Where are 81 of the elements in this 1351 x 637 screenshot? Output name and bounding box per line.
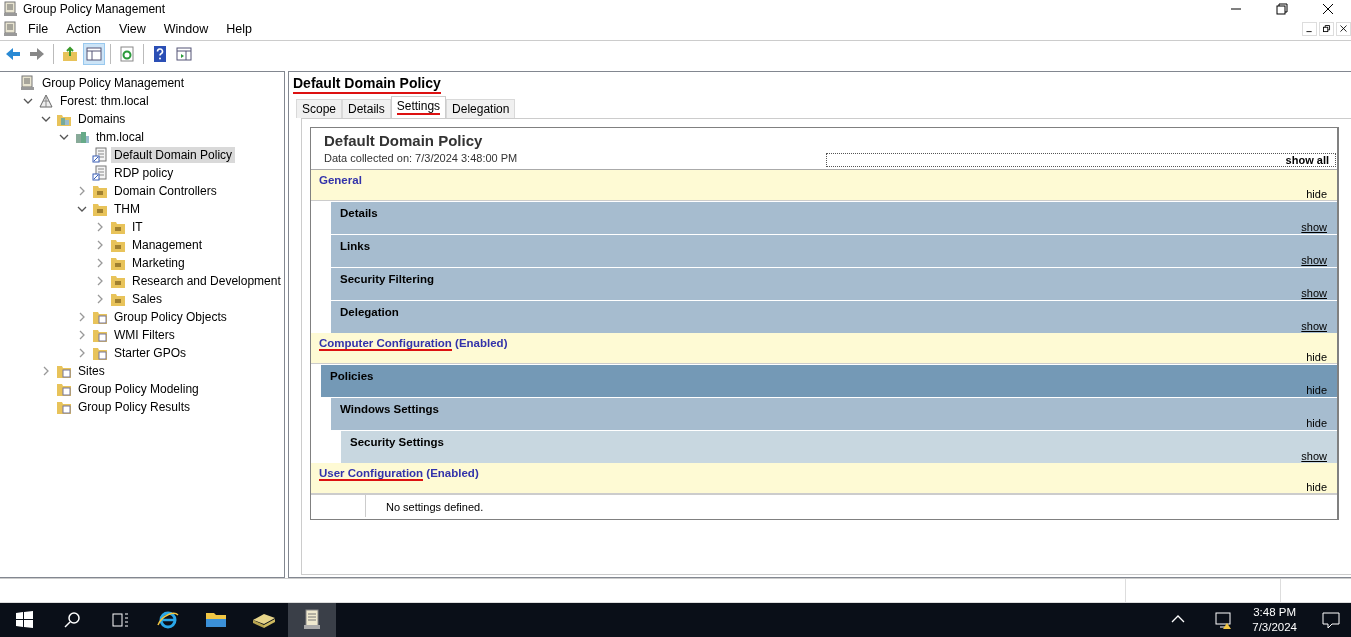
- tree-item[interactable]: RDP policy: [111, 165, 177, 181]
- folder-icon: [56, 363, 72, 379]
- tab[interactable]: Scope: [296, 99, 343, 118]
- tree-item[interactable]: Group Policy Results: [75, 399, 194, 415]
- collected-date: Data collected on: 7/3/2024 3:48:00 PM: [324, 151, 519, 166]
- show-link[interactable]: show: [1301, 286, 1327, 299]
- tab[interactable]: Details: [342, 99, 391, 118]
- hide-link[interactable]: hide: [1306, 480, 1327, 493]
- tab[interactable]: Settings: [390, 96, 447, 118]
- tree-item[interactable]: Sites: [75, 363, 108, 379]
- scroll-icon: [20, 75, 36, 91]
- note-text: No settings defined.: [385, 499, 485, 515]
- show-link[interactable]: show: [1301, 319, 1327, 332]
- menu-item[interactable]: Window: [154, 19, 218, 39]
- buildings-icon: [74, 129, 90, 145]
- tree-item[interactable]: IT: [129, 219, 146, 235]
- close-icon[interactable]: [1336, 22, 1351, 36]
- app-icon: [3, 1, 19, 17]
- pane-icon[interactable]: [83, 42, 105, 65]
- folder-icon: [110, 273, 126, 289]
- folder-icon: [92, 327, 108, 343]
- triangle-icon: [38, 93, 54, 109]
- tree-item[interactable]: WMI Filters: [111, 327, 178, 343]
- folder-icon: [92, 345, 108, 361]
- hide-link[interactable]: hide: [1306, 350, 1327, 363]
- section-link[interactable]: Computer Configuration (Enabled): [319, 335, 508, 351]
- folder-icon: [56, 399, 72, 415]
- tree-item[interactable]: Forest: thm.local: [57, 93, 152, 109]
- subsection-title: Links: [340, 238, 371, 254]
- menu-item[interactable]: Action: [57, 19, 110, 39]
- show-link[interactable]: show: [1301, 449, 1327, 462]
- tree-item[interactable]: THM: [111, 201, 143, 217]
- tree-item[interactable]: Domain Controllers: [111, 183, 220, 199]
- subsection-title: Security Settings: [350, 434, 444, 450]
- tab[interactable]: Delegation: [446, 99, 516, 118]
- subsection-title: Delegation: [340, 304, 399, 320]
- window-title: Group Policy Management: [23, 1, 166, 18]
- folder-icon: [92, 183, 108, 199]
- show-all-link[interactable]: show all: [826, 152, 1336, 167]
- clock-time[interactable]: 3:48 PM: [1252, 605, 1297, 620]
- restore-icon[interactable]: [1319, 22, 1334, 36]
- document-icon: [92, 147, 108, 163]
- scroll-icon[interactable]: [288, 603, 336, 637]
- folder-icon: [110, 291, 126, 307]
- tree-item[interactable]: Group Policy Modeling: [75, 381, 202, 397]
- minimize-icon[interactable]: [1302, 22, 1317, 36]
- hide-link[interactable]: hide: [1306, 383, 1327, 396]
- show-link[interactable]: show: [1301, 253, 1327, 266]
- tree-item[interactable]: thm.local: [93, 129, 148, 145]
- show-link[interactable]: show: [1301, 220, 1327, 233]
- folder-icon: [92, 201, 108, 217]
- details-title: Default Domain Policy: [293, 74, 441, 94]
- tree-item[interactable]: Group Policy Management: [39, 75, 188, 91]
- subsection-title: Policies: [330, 368, 374, 384]
- clock-date[interactable]: 7/3/2024: [1252, 620, 1297, 635]
- folder-icon: [56, 381, 72, 397]
- subsection-title: Windows Settings: [340, 401, 439, 417]
- folder-icon: [92, 309, 108, 325]
- tree-item[interactable]: Group Policy Objects: [111, 309, 230, 325]
- app-icon: [3, 21, 19, 37]
- hide-link[interactable]: hide: [1306, 187, 1327, 200]
- tree-item[interactable]: Domains: [75, 111, 129, 127]
- menu-item[interactable]: Help: [217, 19, 261, 39]
- folder-icon: [110, 255, 126, 271]
- hide-link[interactable]: hide: [1306, 416, 1327, 429]
- tree-item[interactable]: Sales: [129, 291, 166, 307]
- subsection-title: Security Filtering: [340, 271, 434, 287]
- tree-item[interactable]: Default Domain Policy: [111, 147, 236, 163]
- tree-item[interactable]: Research and Development: [129, 273, 284, 289]
- folder-icon: [110, 219, 126, 235]
- document-icon: [92, 165, 108, 181]
- menu-item[interactable]: View: [109, 19, 155, 39]
- report-title: Default Domain Policy: [324, 132, 484, 150]
- tree-item[interactable]: Starter GPOs: [111, 345, 190, 361]
- subsection-title: Details: [340, 205, 378, 221]
- section-link[interactable]: User Configuration (Enabled): [319, 465, 479, 481]
- tree-item[interactable]: Marketing: [129, 255, 188, 271]
- tree-item[interactable]: Management: [129, 237, 206, 253]
- folder-icon: [110, 237, 126, 253]
- section-link[interactable]: General: [319, 172, 362, 188]
- menu-item[interactable]: File: [19, 19, 58, 39]
